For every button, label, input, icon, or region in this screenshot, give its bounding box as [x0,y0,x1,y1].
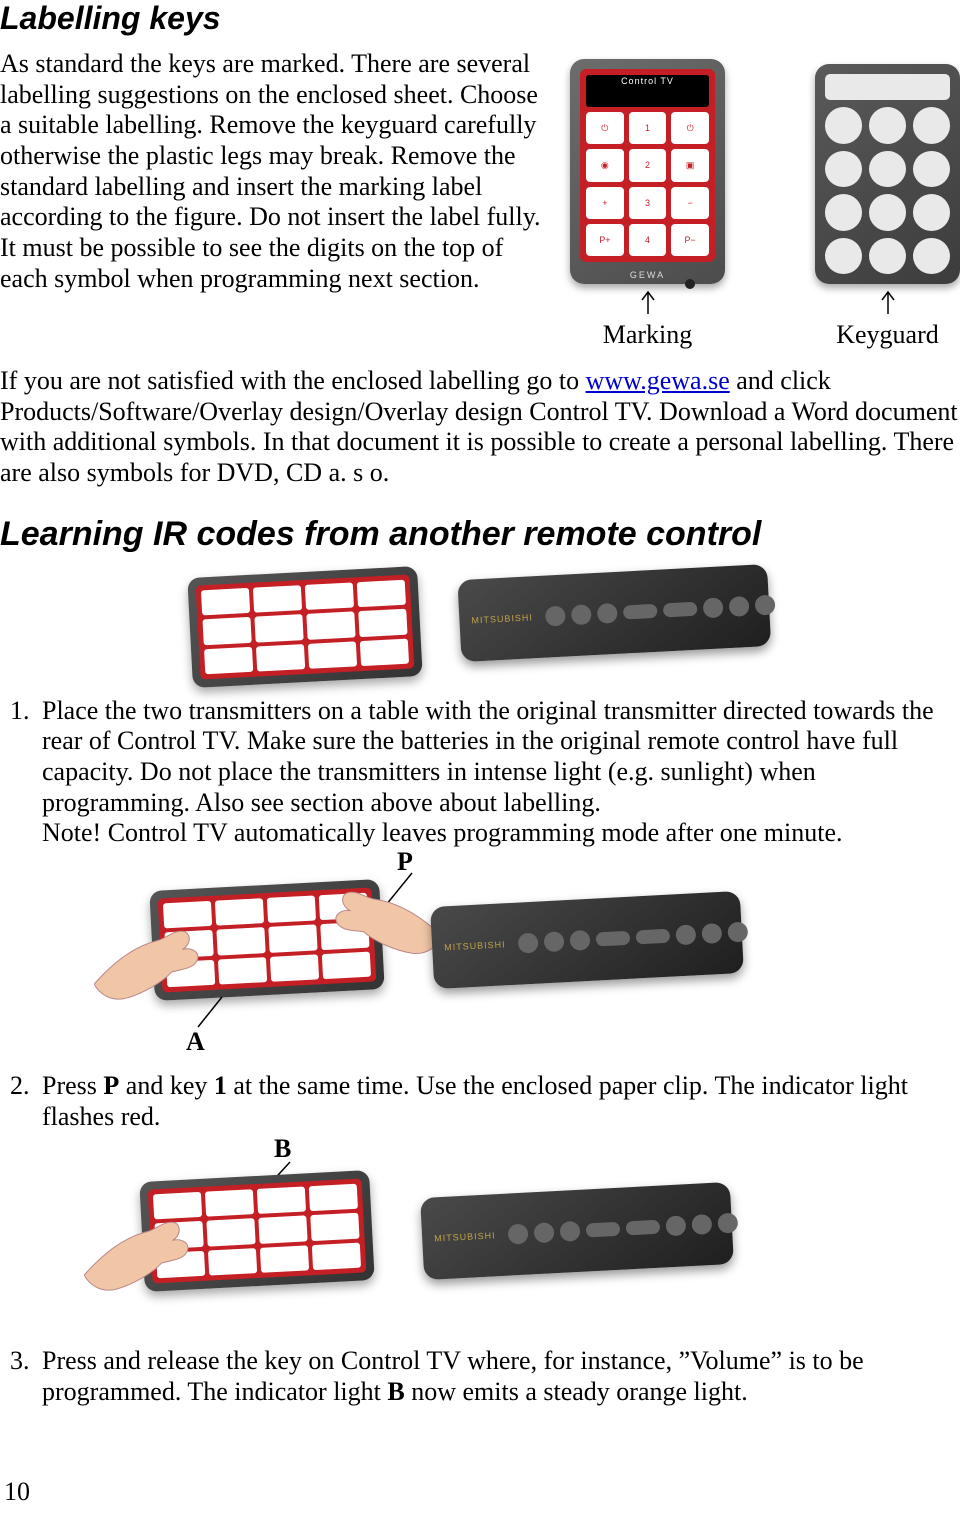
device-button: ◉ [586,149,624,181]
gewa-link[interactable]: www.gewa.se [586,366,730,395]
device-button: + [586,187,624,219]
standard-remote-illustration: MITSUBISHI [430,891,744,989]
device-button: ⏻ [671,112,709,144]
figure-step3: B [182,1138,960,1338]
heading-learning-ir: Learning IR codes from another remote co… [0,515,960,554]
figure-two-remotes: MITSUBISHI [0,572,960,682]
label-a: A [186,1027,205,1058]
paragraph-download-info: If you are not satisfied with the enclos… [0,366,960,489]
step-note: Note! Control TV automatically leaves pr… [42,818,843,847]
step-text: Place the two transmitters on a table wi… [42,696,934,817]
device-button: 2 [629,149,667,181]
text-fragment: If you are not satisfied with the enclos… [0,366,586,395]
keyguard-illustration [815,64,960,284]
intro-paragraph: As standard the keys are marked. There a… [0,49,552,294]
figure-marking-keyguard: Control TV ⏻ 1 ⏻ ◉ 2 ▣ + 3 − P+ 4 [570,49,960,350]
standard-remote-illustration: MITSUBISHI [457,564,771,662]
device-brand: GEWA [570,270,725,280]
control-tv-horizontal-illustration [187,566,422,688]
device-button: − [671,187,709,219]
bold-1: 1 [214,1071,227,1100]
remote-brand: MITSUBISHI [471,612,533,625]
device-button: P+ [586,224,624,256]
device-button: 3 [629,187,667,219]
figure-step2: P [152,853,960,1063]
figure-label-keyguard: Keyguard [836,320,939,350]
device-button: 4 [629,224,667,256]
page: Labelling keys As standard the keys are … [0,0,960,1521]
step-1: Place the two transmitters on a table wi… [36,696,960,1063]
intro-wrap: As standard the keys are marked. There a… [0,49,960,350]
bold-p: P [103,1071,119,1100]
control-tv-with-hand-illustration [139,1170,374,1292]
figure-label-marking: Marking [603,320,693,350]
device-button: ▣ [671,149,709,181]
remote-brand: MITSUBISHI [434,1230,496,1244]
device-jack-icon [685,279,695,289]
text-fragment: now emits a steady orange light. [405,1377,748,1406]
arrow-up-icon [878,290,898,316]
control-tv-with-hand-illustration [149,879,384,1001]
page-number: 10 [4,1477,30,1507]
remote-brand: MITSUBISHI [444,939,506,953]
step-3: Press and release the key on Control TV … [36,1346,960,1407]
device-button: ⏻ [586,112,624,144]
device-button: 1 [629,112,667,144]
arrow-up-icon [638,290,658,316]
bold-b: B [387,1377,404,1406]
text-fragment: Press [42,1071,103,1100]
device-title: Control TV [586,75,709,107]
heading-labelling-keys: Labelling keys [0,0,960,37]
text-fragment: and key [119,1071,214,1100]
step-2: Press P and key 1 at the same time. Use … [36,1071,960,1338]
standard-remote-illustration: MITSUBISHI [420,1182,734,1280]
control-tv-device-illustration: Control TV ⏻ 1 ⏻ ◉ 2 ▣ + 3 − P+ 4 [570,59,725,284]
device-button: P− [671,224,709,256]
steps-list: Place the two transmitters on a table wi… [0,696,960,1408]
